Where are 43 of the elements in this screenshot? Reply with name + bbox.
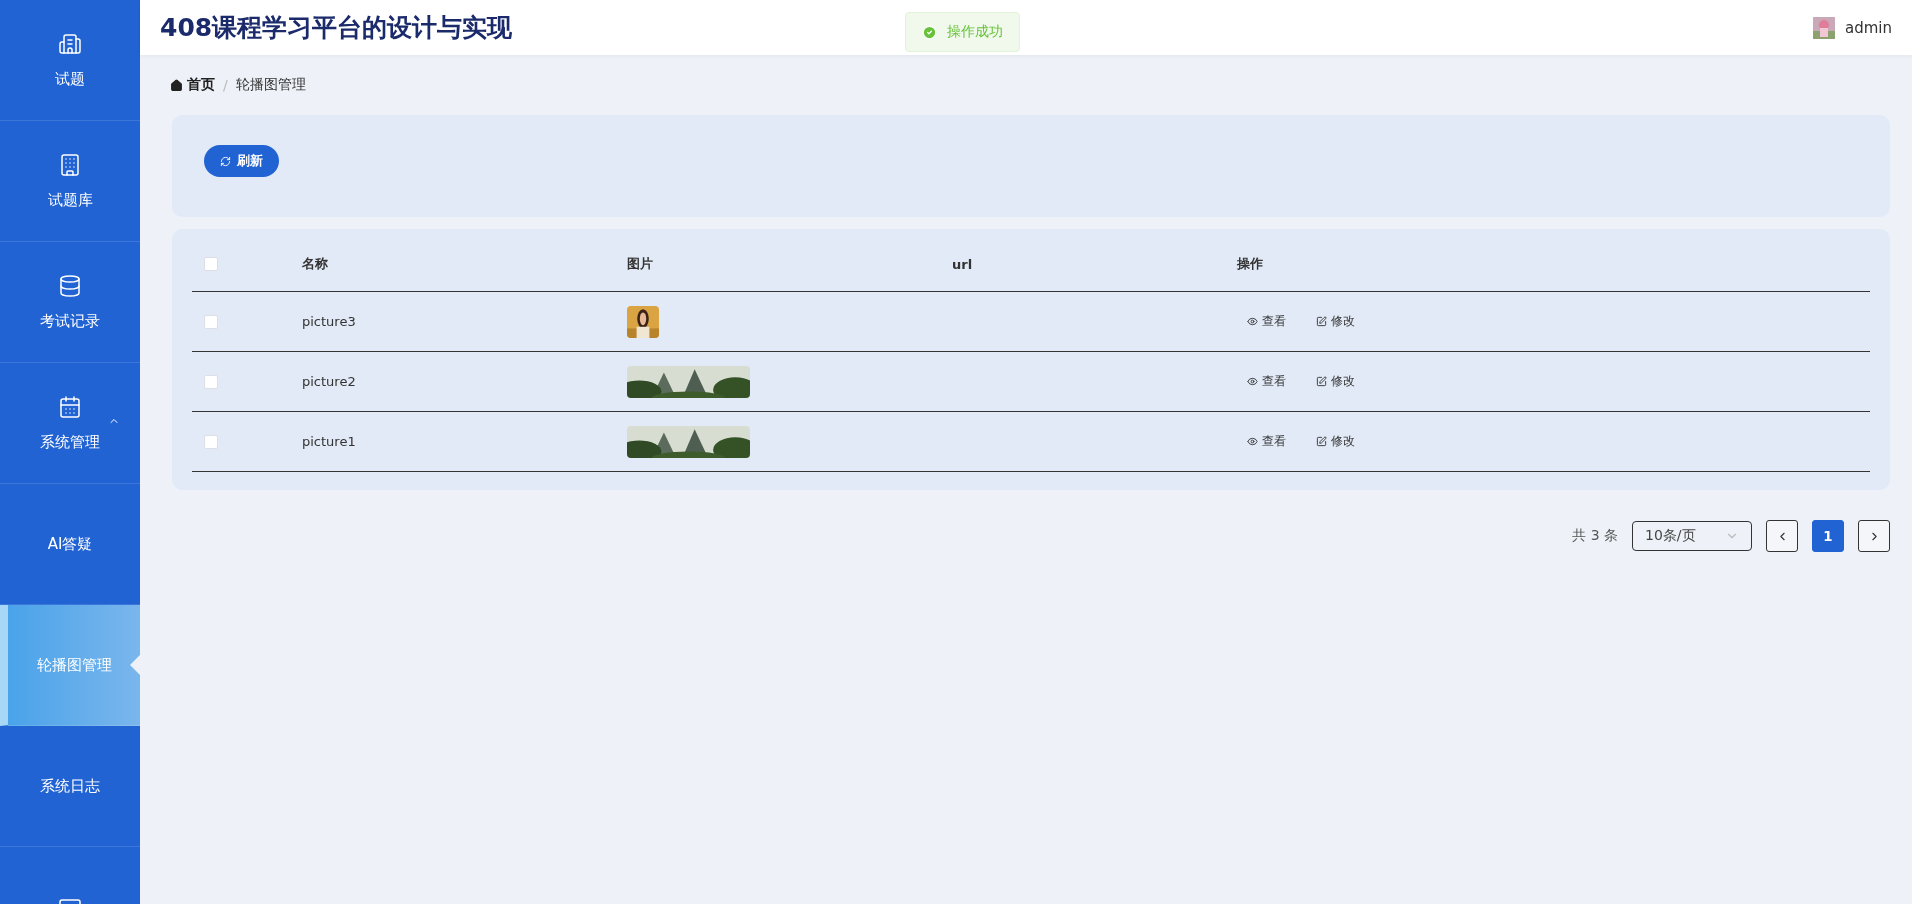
breadcrumb-link[interactable]: 首页 [170, 76, 215, 94]
edit-link[interactable]: 修改 [1316, 373, 1355, 390]
column-header: url [952, 256, 974, 272]
database-icon [58, 273, 82, 298]
table-cell-text: picture1 [302, 434, 357, 449]
edit-link[interactable]: 修改 [1316, 433, 1355, 450]
view-link[interactable]: 查看 [1247, 433, 1286, 450]
edit-link[interactable]: 修改 [1316, 313, 1355, 330]
view-link[interactable]: 查看 [1247, 373, 1286, 390]
total-count: 共 3 条 [1572, 527, 1618, 545]
home-icon [170, 78, 183, 92]
next-page-button[interactable] [1858, 520, 1890, 552]
user-name[interactable]: admin [1845, 18, 1892, 37]
eye-icon [1247, 436, 1258, 447]
checkbox[interactable] [204, 374, 218, 389]
page-button[interactable]: 1 [1812, 520, 1844, 552]
building-icon [58, 31, 82, 56]
edit-icon [1316, 436, 1327, 447]
column-header: 操作 [1237, 255, 1264, 273]
edit-icon [1316, 316, 1327, 327]
toast-text: 操作成功 [947, 23, 1003, 41]
breadcrumb-current: 轮播图管理 [235, 76, 306, 94]
eye-icon [1247, 376, 1258, 387]
refresh-icon [220, 155, 231, 167]
table-cell-text: picture3 [302, 314, 357, 329]
checkbox[interactable] [204, 314, 218, 329]
office-building-icon [58, 152, 82, 177]
app-title: 408课程学习平台的设计与实现 [160, 12, 513, 44]
view-link[interactable]: 查看 [1247, 313, 1286, 330]
table-cell-text: picture2 [302, 374, 357, 389]
checkbox[interactable] [204, 434, 218, 449]
checkbox[interactable] [204, 257, 218, 271]
previous-page-button[interactable] [1766, 520, 1798, 552]
refresh-button[interactable]: 刷新 [204, 145, 279, 177]
edit-icon [1316, 376, 1327, 387]
home-link-text[interactable]: 首页 [187, 76, 215, 94]
calendar-icon [58, 394, 82, 419]
eye-icon [1247, 316, 1258, 327]
page-size-select[interactable]: 10条/页 [1632, 521, 1752, 551]
check-icon [922, 24, 937, 40]
breadcrumb-separator: / [223, 77, 228, 93]
column-header: 图片 [627, 255, 654, 273]
column-header: 名称 [302, 255, 329, 273]
